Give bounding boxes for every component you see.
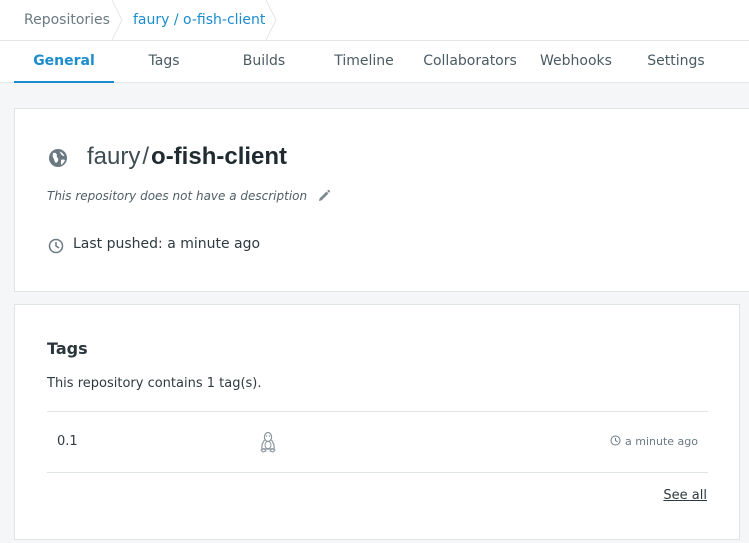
tab-builds[interactable]: Builds — [214, 41, 314, 83]
clock-icon — [610, 435, 621, 446]
tag-name[interactable]: 0.1 — [57, 434, 78, 449]
tab-timeline[interactable]: Timeline — [314, 41, 414, 83]
repo-separator: / — [142, 143, 150, 170]
repository-overview-card: faury/o-fish-client This repository does… — [14, 108, 749, 292]
tags-count-text: This repository contains 1 tag(s). — [47, 376, 262, 391]
tag-time-text: a minute ago — [625, 435, 698, 448]
tab-tags[interactable]: Tags — [114, 41, 214, 83]
repo-namespace: faury — [87, 143, 141, 170]
repo-description: This repository does not have a descript… — [47, 189, 308, 203]
tab-settings[interactable]: Settings — [626, 41, 726, 83]
page-title: faury/o-fish-client — [87, 142, 287, 172]
tab-general[interactable]: General — [14, 41, 114, 83]
breadcrumb: Repositories faury / o-fish-client — [0, 0, 749, 40]
linux-icon — [259, 431, 277, 453]
globe-icon — [48, 148, 68, 168]
breadcrumb-separator — [110, 0, 124, 40]
clock-icon — [48, 238, 64, 254]
tab-collaborators[interactable]: Collaborators — [414, 41, 526, 83]
last-pushed-text: Last pushed: a minute ago — [73, 236, 261, 252]
breadcrumb-repositories-link[interactable]: Repositories — [24, 0, 110, 40]
see-all-link[interactable]: See all — [663, 488, 707, 503]
tab-webhooks[interactable]: Webhooks — [526, 41, 626, 83]
tags-card: Tags This repository contains 1 tag(s). … — [14, 304, 740, 540]
breadcrumb-separator — [264, 0, 278, 40]
repo-name: o-fish-client — [151, 143, 288, 170]
tab-bar: General Tags Builds Timeline Collaborato… — [0, 40, 749, 83]
tags-section-title: Tags — [47, 339, 88, 358]
tag-timestamp: a minute ago — [610, 435, 698, 448]
tags-list: 0.1 a minute ago — [47, 411, 708, 473]
breadcrumb-current-repo[interactable]: faury / o-fish-client — [133, 0, 265, 40]
pencil-edit-icon[interactable] — [317, 188, 331, 202]
